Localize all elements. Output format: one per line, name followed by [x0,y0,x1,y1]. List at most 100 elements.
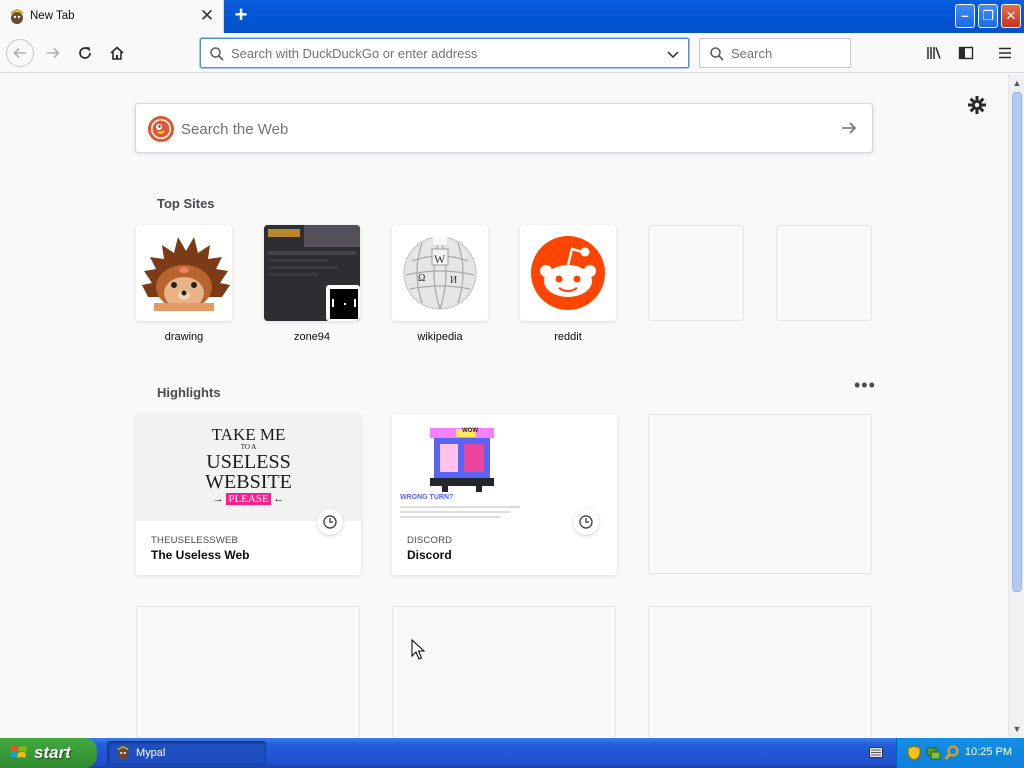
gear-icon[interactable] [966,94,988,116]
highlight-title: The Useless Web [151,548,250,562]
highlight-card-useless-web[interactable]: TAKE ME TO A USELESS WEBSITE → PLEASE ← … [136,414,361,575]
thumb-line: TAKE ME [211,425,286,444]
thumb-line: USELESS [206,451,291,473]
hamburger-menu-icon [999,47,1011,59]
menu-button[interactable] [993,41,1017,65]
windows-logo-icon [10,746,27,758]
back-arrow-icon [13,47,26,59]
site-label: wikipedia [417,331,463,343]
scroll-up-arrow-icon[interactable]: ▲ [1011,77,1023,89]
empty-highlight-card [136,606,360,738]
back-button[interactable] [6,39,34,67]
search-tray-icon[interactable] [944,745,960,761]
mypal-favicon-icon [10,9,24,24]
search-icon [210,47,224,61]
more-options-icon[interactable]: ••• [854,376,875,394]
thumb-heading: WRONG TURN? [400,494,454,501]
minimize-window-button[interactable]: – [955,4,975,28]
sidebar-button[interactable] [954,41,978,65]
site-tile[interactable] [264,225,360,321]
chevron-down-icon[interactable] [666,47,680,61]
highlight-host: THEUSELESSWEB [151,535,239,546]
close-window-button[interactable]: ✕ [1001,4,1021,28]
empty-site-tile[interactable] [776,225,872,321]
arrow-right-icon[interactable] [840,119,858,137]
search-bar[interactable] [699,38,851,68]
new-tab-plus-icon[interactable]: + [229,4,253,28]
svg-text:Ω: Ω [418,273,425,284]
keyboard-icon[interactable] [869,747,883,758]
reddit-logo-icon [531,236,605,310]
tab-new-tab[interactable]: New Tab ✕ [0,0,224,33]
search-input[interactable] [731,44,841,62]
mypal-app-icon [117,746,129,760]
start-label: start [34,743,71,762]
svg-text:W: W [434,252,446,266]
site-label: drawing [164,331,204,343]
scrollbar-thumb[interactable] [1012,92,1022,592]
home-button[interactable] [105,41,129,65]
home-icon [110,46,124,60]
highlight-thumbnail: WOW WRONG TURN? [392,414,617,521]
top-sites-heading: Top Sites [157,196,215,211]
hedgehog-icon [142,237,230,311]
reload-icon [79,47,91,59]
thumb-line: TO A [240,443,257,451]
task-label: Mypal [136,747,166,759]
library-icon [927,47,941,59]
new-tab-page: Top Sites drawing [0,74,1008,738]
address-input[interactable] [231,43,651,63]
vertical-scrollbar[interactable]: ▲ ▼ [1008,74,1024,738]
forward-arrow-icon [47,47,60,59]
highlight-title: Discord [407,548,452,562]
wikipedia-globe-icon: W Ω И [403,235,477,310]
top-site-empty[interactable] [776,225,872,331]
sidebar-icon [958,46,974,60]
close-tab-icon[interactable]: ✕ [199,7,215,25]
site-tile[interactable] [136,225,232,321]
site-label: reddit [554,331,582,343]
navigation-toolbar [0,33,1024,73]
top-site-drawing[interactable]: drawing [136,225,232,343]
forward-button[interactable] [41,41,65,65]
windows-taskbar: start Mypal 10:25 PM [0,738,1024,768]
web-search-box[interactable] [135,103,873,153]
highlights-heading: Highlights [157,385,221,400]
top-site-reddit[interactable]: reddit [520,225,616,343]
top-site-wikipedia[interactable]: W Ω И wikipedia [392,225,488,343]
highlight-card-discord[interactable]: WOW WRONG TURN? DISCORD Discord [392,414,617,575]
thumb-sign: WOW [462,428,478,434]
taskbar-clock: 10:25 PM [964,746,1012,758]
reload-button[interactable] [73,41,97,65]
site-tile[interactable] [520,225,616,321]
address-bar[interactable] [200,38,689,68]
highlight-host: DISCORD [407,535,453,546]
thumb-button: PLEASE [226,493,271,505]
system-tray: 10:25 PM [896,738,1024,768]
security-shield-icon[interactable] [907,745,921,761]
taskbar-button-mypal[interactable]: Mypal [107,741,266,765]
site-label: zone94 [293,331,331,343]
scroll-down-arrow-icon[interactable]: ▼ [1011,723,1023,735]
history-clock-icon [317,509,343,535]
restore-window-button[interactable]: ❐ [978,4,998,28]
tab-strip: New Tab ✕ + – ❐ ✕ [0,0,1024,33]
site-tile[interactable]: W Ω И [392,225,488,321]
web-search-input[interactable] [181,118,781,140]
top-site-empty[interactable] [648,225,744,331]
highlight-thumbnail: TAKE ME TO A USELESS WEBSITE → PLEASE ← [136,414,361,521]
top-site-zone94[interactable]: zone94 [264,225,360,343]
start-button[interactable]: start [0,738,97,768]
svg-text:И: И [450,275,457,286]
mouse-cursor-icon [411,639,425,660]
thumb-line: WEBSITE [205,471,292,493]
library-button[interactable] [922,41,946,65]
empty-highlight-card [648,606,872,738]
discord-illustration-icon [400,428,520,518]
network-icon[interactable] [925,745,941,761]
empty-site-tile[interactable] [648,225,744,321]
duckduckgo-logo-icon [148,116,174,142]
empty-highlight-card [392,606,616,738]
history-clock-icon [573,509,599,535]
search-icon [710,47,724,61]
